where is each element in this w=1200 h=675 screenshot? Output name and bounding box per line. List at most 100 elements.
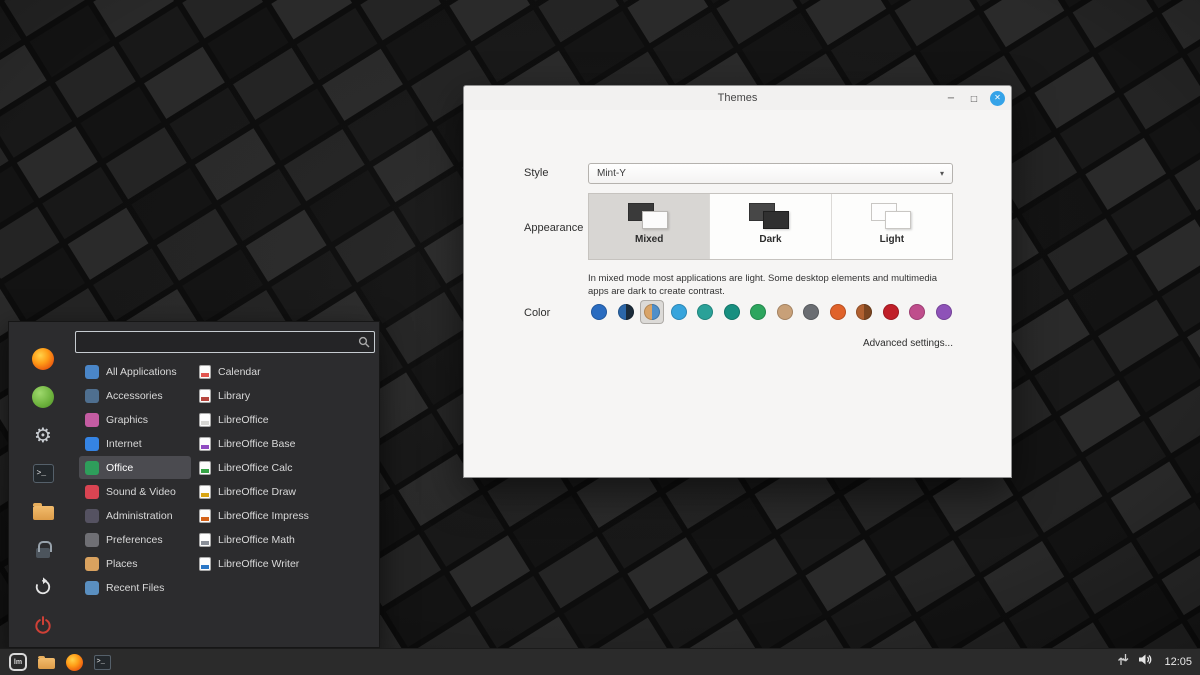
folder-icon	[38, 658, 55, 669]
color-swatch-circle	[936, 304, 952, 320]
color-swatch[interactable]	[668, 301, 690, 323]
panel-firefox-launcher[interactable]	[60, 649, 88, 675]
menu-category-item[interactable]: Preferences	[79, 528, 191, 551]
panel-files-launcher[interactable]	[32, 649, 60, 675]
menu-category-item[interactable]: Accessories	[79, 384, 191, 407]
system-settings-launcher[interactable]: ⚙	[30, 422, 56, 448]
terminal-icon: >_	[94, 655, 111, 670]
menu-category-item[interactable]: Graphics	[79, 408, 191, 431]
menu-category-item[interactable]: Recent Files	[79, 576, 191, 599]
category-icon	[85, 557, 99, 571]
appearance-option[interactable]: Dark	[709, 194, 830, 259]
search-input[interactable]	[76, 336, 354, 348]
maximize-button[interactable]: □	[967, 91, 981, 105]
category-icon	[85, 509, 99, 523]
window-stack-icon	[747, 203, 793, 232]
color-swatch-circle	[724, 304, 740, 320]
color-swatch-circle	[856, 304, 872, 320]
category-label: Office	[106, 462, 133, 474]
color-swatch[interactable]	[615, 301, 637, 323]
app-label: Calendar	[218, 366, 261, 378]
firefox-icon	[66, 654, 83, 671]
menu-app-item[interactable]: LibreOffice Base	[193, 432, 319, 455]
style-label: Style	[524, 167, 548, 179]
color-swatch[interactable]	[933, 301, 955, 323]
shutdown-button[interactable]	[30, 612, 56, 638]
color-swatch[interactable]	[853, 301, 875, 323]
advanced-settings-link[interactable]: Advanced settings...	[588, 338, 953, 349]
app-label: Library	[218, 390, 250, 402]
lock-screen-button[interactable]	[30, 536, 56, 562]
color-swatch-circle	[830, 304, 846, 320]
menu-category-item[interactable]: Sound & Video	[79, 480, 191, 503]
color-swatch-row	[588, 300, 955, 324]
category-icon	[85, 533, 99, 547]
color-swatch[interactable]	[747, 301, 769, 323]
menu-app-item[interactable]: LibreOffice	[193, 408, 319, 431]
window-title: Themes	[718, 92, 758, 104]
panel-terminal-launcher[interactable]: >_	[88, 649, 116, 675]
clock[interactable]: 12:05	[1161, 656, 1192, 668]
menu-app-item[interactable]: Library	[193, 384, 319, 407]
menu-category-item[interactable]: Administration	[79, 504, 191, 527]
application-menu: ⚙ >_	[8, 321, 380, 648]
color-swatch[interactable]	[641, 301, 663, 323]
appearance-description: In mixed mode most applications are ligh…	[588, 272, 960, 299]
app-label: LibreOffice Writer	[218, 558, 299, 570]
logout-button[interactable]	[30, 574, 56, 600]
appearance-options: Mixed Dark Light	[588, 193, 953, 260]
themes-window: Themes − □ ✕ Style Mint-Y ▾ Appearance M…	[463, 85, 1012, 478]
color-swatch[interactable]	[774, 301, 796, 323]
folder-icon	[33, 506, 54, 520]
app-document-icon	[199, 413, 211, 427]
color-swatch[interactable]	[827, 301, 849, 323]
software-manager-icon	[32, 386, 54, 408]
menu-category-item[interactable]: All Applications	[79, 360, 191, 383]
menu-app-item[interactable]: LibreOffice Calc	[193, 456, 319, 479]
mint-logo-icon: lm	[9, 653, 27, 671]
category-label: All Applications	[106, 366, 177, 378]
minimize-button[interactable]: −	[944, 91, 958, 105]
color-swatch-circle	[909, 304, 925, 320]
category-label: Graphics	[106, 414, 148, 426]
appearance-option[interactable]: Mixed	[589, 194, 709, 259]
titlebar[interactable]: Themes − □ ✕	[464, 86, 1011, 110]
app-document-icon	[199, 485, 211, 499]
color-swatch[interactable]	[880, 301, 902, 323]
menu-app-item[interactable]: LibreOffice Math	[193, 528, 319, 551]
menu-app-item[interactable]: LibreOffice Impress	[193, 504, 319, 527]
color-swatch-circle	[644, 304, 660, 320]
menu-app-item[interactable]: LibreOffice Draw	[193, 480, 319, 503]
files-launcher[interactable]	[30, 498, 56, 524]
app-label: LibreOffice Draw	[218, 486, 296, 498]
appearance-option[interactable]: Light	[831, 194, 952, 259]
chevron-down-icon: ▾	[940, 169, 944, 178]
system-tray: 12:05	[1117, 653, 1192, 671]
color-swatch[interactable]	[906, 301, 928, 323]
search-box[interactable]	[75, 331, 375, 353]
app-label: LibreOffice	[218, 414, 269, 426]
terminal-launcher[interactable]: >_	[30, 460, 56, 486]
menu-category-item[interactable]: Office	[79, 456, 191, 479]
color-swatch[interactable]	[800, 301, 822, 323]
menu-category-item[interactable]: Internet	[79, 432, 191, 455]
style-dropdown[interactable]: Mint-Y ▾	[588, 163, 953, 184]
menu-app-item[interactable]: Calendar	[193, 360, 319, 383]
menu-category-item[interactable]: Places	[79, 552, 191, 575]
volume-tray-icon[interactable]	[1138, 653, 1152, 671]
color-swatch[interactable]	[721, 301, 743, 323]
close-button[interactable]: ✕	[990, 91, 1005, 106]
menu-button[interactable]: lm	[4, 649, 32, 675]
color-swatch[interactable]	[588, 301, 610, 323]
firefox-icon	[32, 348, 54, 370]
menu-sidebar: ⚙ >_	[17, 346, 69, 638]
firefox-launcher[interactable]	[30, 346, 56, 372]
appearance-option-label: Mixed	[589, 234, 709, 245]
software-manager-launcher[interactable]	[30, 384, 56, 410]
network-tray-icon[interactable]	[1117, 653, 1129, 671]
color-swatch[interactable]	[694, 301, 716, 323]
color-swatch-circle	[671, 304, 687, 320]
category-icon	[85, 413, 99, 427]
menu-app-item[interactable]: LibreOffice Writer	[193, 552, 319, 575]
color-swatch-circle	[618, 304, 634, 320]
